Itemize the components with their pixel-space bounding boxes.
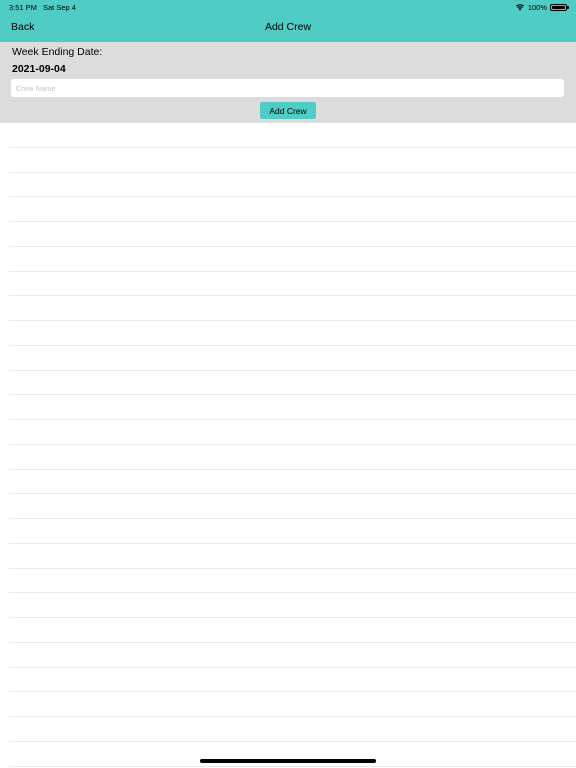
table-row bbox=[9, 395, 576, 420]
table-row bbox=[9, 272, 576, 297]
table-row bbox=[9, 692, 576, 717]
battery-percent: 100% bbox=[527, 2, 547, 12]
table-row bbox=[9, 569, 576, 594]
table-row bbox=[9, 618, 576, 643]
wifi-icon bbox=[515, 4, 525, 11]
battery-icon bbox=[550, 3, 569, 11]
table-row bbox=[9, 346, 576, 371]
add-crew-button[interactable]: Add Crew bbox=[260, 102, 316, 119]
week-ending-label: Week Ending Date: bbox=[12, 46, 103, 58]
table-row bbox=[9, 247, 576, 272]
table-row bbox=[9, 321, 576, 346]
add-crew-screen: 3:51 PM Sat Sep 4 100% Back Add Crew Week… bbox=[0, 0, 576, 768]
table-row bbox=[9, 420, 576, 445]
home-indicator bbox=[200, 759, 376, 763]
table-row bbox=[9, 173, 576, 198]
table-row bbox=[9, 544, 576, 569]
table-row bbox=[9, 123, 576, 148]
table-row bbox=[9, 445, 576, 470]
status-bar-left: 3:51 PM Sat Sep 4 bbox=[9, 3, 76, 12]
back-button[interactable]: Back bbox=[11, 21, 34, 33]
table-row bbox=[9, 371, 576, 396]
table-row bbox=[9, 593, 576, 618]
table-row bbox=[9, 197, 576, 222]
status-time: 3:51 PM bbox=[9, 3, 37, 12]
table-row bbox=[9, 296, 576, 321]
add-crew-form: Week Ending Date: 2021-09-04 Add Crew bbox=[0, 42, 576, 123]
table-row bbox=[9, 494, 576, 519]
crew-list bbox=[0, 123, 576, 768]
week-ending-value: 2021-09-04 bbox=[12, 63, 66, 75]
status-date: Sat Sep 4 bbox=[42, 3, 76, 12]
crew-name-input[interactable] bbox=[11, 79, 564, 97]
page-title: Add Crew bbox=[264, 21, 312, 33]
table-row bbox=[9, 717, 576, 742]
status-bar-right: 100% bbox=[515, 2, 569, 12]
table-row bbox=[9, 222, 576, 247]
table-row bbox=[9, 668, 576, 693]
table-row bbox=[9, 148, 576, 173]
top-bar: 3:51 PM Sat Sep 4 100% Back Add Crew bbox=[0, 0, 576, 42]
table-row bbox=[9, 470, 576, 495]
table-row bbox=[9, 643, 576, 668]
table-row bbox=[9, 519, 576, 544]
